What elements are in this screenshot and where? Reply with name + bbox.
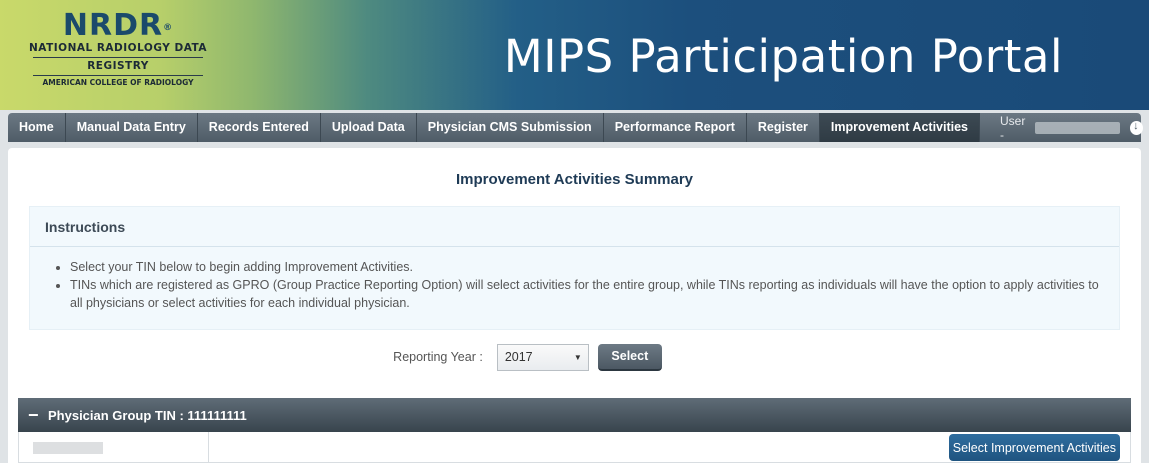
reporting-year-value: 2017 xyxy=(504,350,533,364)
user-label: User - xyxy=(1000,113,1026,142)
redacted-name xyxy=(33,442,103,454)
nav-register[interactable]: Register xyxy=(747,113,820,142)
reporting-year-row: Reporting Year : 2017 ▼ Select xyxy=(8,342,1141,372)
collapse-icon[interactable]: − xyxy=(28,406,48,424)
logo-acronym: NRDR xyxy=(62,8,164,43)
physician-name-cell xyxy=(19,432,209,462)
nav-home[interactable]: Home xyxy=(8,113,66,142)
logo-divider xyxy=(33,75,203,76)
nav-records-entered[interactable]: Records Entered xyxy=(198,113,321,142)
user-dropdown-icon[interactable] xyxy=(1130,120,1144,135)
logo-registered-mark: ® xyxy=(163,23,174,33)
logo-line-3: AMERICAN COLLEGE OF RADIOLOGY xyxy=(42,78,194,87)
select-improvement-activities-button[interactable]: Select Improvement Activities xyxy=(948,434,1120,461)
instruction-item: Select your TIN below to begin adding Im… xyxy=(70,258,1119,276)
main-nav: Home Manual Data Entry Records Entered U… xyxy=(8,113,1144,142)
physician-group-title: Physician Group TIN : 111111111 xyxy=(48,407,247,423)
row-spacer-cell xyxy=(209,432,949,462)
main-panel: Improvement Activities Summary Instructi… xyxy=(8,148,1141,463)
logo-line-2: REGISTRY xyxy=(87,60,149,72)
nav-improvement-activities[interactable]: Improvement Activities xyxy=(819,113,981,142)
nrdr-logo[interactable]: NRDR® NATIONAL RADIOLOGY DATA REGISTRY A… xyxy=(18,10,218,88)
reporting-year-select[interactable]: 2017 ▼ xyxy=(496,343,589,371)
chevron-down-icon: ▼ xyxy=(573,352,582,362)
select-year-button[interactable]: Select xyxy=(597,343,662,371)
row-action-cell: Select Improvement Activities xyxy=(948,432,1130,462)
portal-title: MIPS Participation Portal xyxy=(503,30,1063,83)
logo-line-1: NATIONAL RADIOLOGY DATA xyxy=(28,42,207,54)
nav-upload-data[interactable]: Upload Data xyxy=(321,113,417,142)
physician-group-header[interactable]: − Physician Group TIN : 111111111 xyxy=(18,398,1131,432)
logo-divider xyxy=(33,57,203,58)
table-row: Select Improvement Activities xyxy=(18,432,1131,463)
page-title: Improvement Activities Summary xyxy=(455,171,694,188)
instruction-item: TINs which are registered as GPRO (Group… xyxy=(70,276,1119,312)
nav-manual-data-entry[interactable]: Manual Data Entry xyxy=(66,113,198,142)
header-banner: NRDR® NATIONAL RADIOLOGY DATA REGISTRY A… xyxy=(0,0,1149,110)
redacted-username xyxy=(1034,121,1121,134)
instructions-list: Select your TIN below to begin adding Im… xyxy=(30,247,1119,312)
nav-physician-cms-submission[interactable]: Physician CMS Submission xyxy=(417,113,604,142)
instructions-box: Instructions Select your TIN below to be… xyxy=(29,206,1120,330)
nav-performance-report[interactable]: Performance Report xyxy=(604,113,747,142)
instructions-heading: Instructions xyxy=(30,207,1119,247)
user-menu[interactable]: User - xyxy=(980,113,1149,142)
reporting-year-label: Reporting Year : xyxy=(393,350,483,364)
